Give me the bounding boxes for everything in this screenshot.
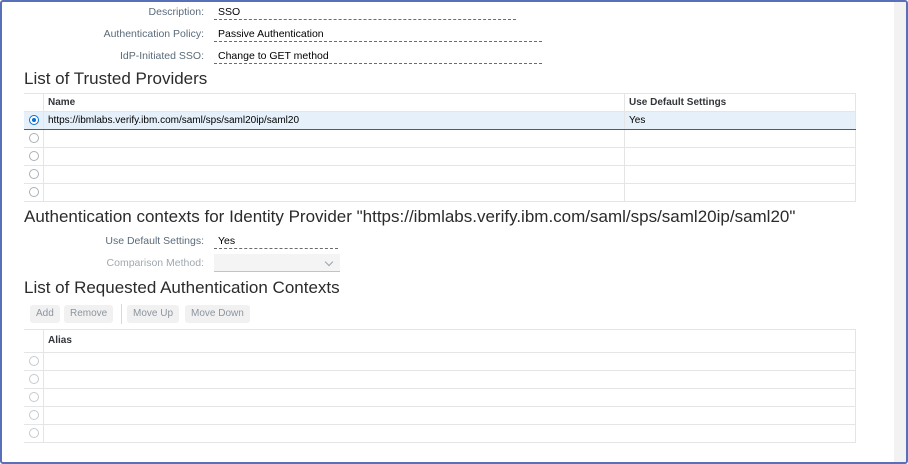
description-label: Description: <box>148 6 204 18</box>
add-button[interactable]: Add <box>30 305 60 323</box>
radio-icon[interactable] <box>29 374 39 384</box>
radio-icon[interactable] <box>29 187 39 197</box>
idp-sso-row: IdP-Initiated SSO: <box>2 48 204 66</box>
requested-contexts-table: Alias <box>24 329 856 443</box>
auth-policy-label: Authentication Policy: <box>103 28 204 40</box>
idp-sso-value: Change to GET method <box>214 48 542 64</box>
auth-contexts-title: Authentication contexts for Identity Pro… <box>24 207 796 226</box>
selection-header <box>24 94 44 111</box>
table-row[interactable] <box>24 166 856 184</box>
table-row[interactable] <box>24 371 856 389</box>
trusted-providers-table: Name Use Default Settings https://ibmlab… <box>24 93 856 202</box>
use-default-cell <box>625 148 856 165</box>
table-row[interactable] <box>24 389 856 407</box>
row-selector[interactable] <box>24 389 44 406</box>
table-row[interactable] <box>24 407 856 425</box>
radio-on-icon[interactable] <box>29 115 39 125</box>
row-selector[interactable] <box>24 371 44 388</box>
move-up-button[interactable]: Move Up <box>127 305 180 323</box>
alias-cell <box>44 389 856 406</box>
use-default-value: Yes <box>214 233 338 249</box>
use-default-column-header[interactable]: Use Default Settings <box>625 94 856 111</box>
table-header: Alias <box>24 330 856 353</box>
provider-name-cell <box>44 148 625 165</box>
row-selector[interactable] <box>24 148 44 165</box>
idp-sso-label: IdP-Initiated SSO: <box>119 50 204 62</box>
move-down-button[interactable]: Move Down <box>185 305 250 323</box>
auth-policy-value: Passive Authentication <box>214 26 542 42</box>
requested-contexts-title: List of Requested Authentication Context… <box>24 278 340 297</box>
table-row[interactable] <box>24 130 856 148</box>
radio-icon[interactable] <box>29 133 39 143</box>
alias-cell <box>44 425 856 442</box>
radio-icon[interactable] <box>29 428 39 438</box>
alias-cell <box>44 371 856 388</box>
table-header: Name Use Default Settings <box>24 94 856 112</box>
provider-name-cell: https://ibmlabs.verify.ibm.com/saml/sps/… <box>44 112 625 129</box>
description-value: SSO <box>214 4 516 20</box>
use-default-cell <box>625 130 856 147</box>
table-row[interactable] <box>24 353 856 371</box>
table-row[interactable] <box>24 148 856 166</box>
row-selector[interactable] <box>24 425 44 442</box>
comparison-method-select[interactable] <box>214 254 340 272</box>
comparison-row: Comparison Method: <box>2 255 204 273</box>
provider-name-cell <box>44 184 625 201</box>
alias-column-header[interactable]: Alias <box>44 330 856 352</box>
row-selector[interactable] <box>24 112 44 129</box>
table-row[interactable] <box>24 184 856 202</box>
row-selector[interactable] <box>24 353 44 370</box>
radio-icon[interactable] <box>29 151 39 161</box>
use-default-cell <box>625 166 856 183</box>
table-row[interactable] <box>24 425 856 443</box>
row-selector[interactable] <box>24 166 44 183</box>
use-default-cell: Yes <box>625 112 856 129</box>
provider-name-cell <box>44 130 625 147</box>
provider-name-cell <box>44 166 625 183</box>
use-default-cell <box>625 184 856 201</box>
comparison-label: Comparison Method: <box>106 257 204 269</box>
radio-icon[interactable] <box>29 410 39 420</box>
description-row: Description: <box>2 4 204 22</box>
alias-cell <box>44 407 856 424</box>
toolbar-separator <box>121 304 122 324</box>
chevron-down-icon[interactable] <box>324 257 334 267</box>
use-default-label: Use Default Settings: <box>105 235 204 247</box>
alias-cell <box>44 353 856 370</box>
radio-icon[interactable] <box>29 392 39 402</box>
row-selector[interactable] <box>24 184 44 201</box>
selection-header <box>24 330 44 352</box>
radio-icon[interactable] <box>29 356 39 366</box>
auth-policy-row: Authentication Policy: <box>2 26 204 44</box>
row-selector[interactable] <box>24 407 44 424</box>
scrollbar-track[interactable] <box>894 2 906 462</box>
radio-icon[interactable] <box>29 169 39 179</box>
trusted-providers-title: List of Trusted Providers <box>24 69 208 88</box>
row-selector[interactable] <box>24 130 44 147</box>
table-row[interactable]: https://ibmlabs.verify.ibm.com/saml/sps/… <box>24 112 856 130</box>
remove-button[interactable]: Remove <box>64 305 114 323</box>
window-frame: Description: SSO Authentication Policy: … <box>0 0 908 464</box>
name-column-header[interactable]: Name <box>44 94 625 111</box>
use-default-row: Use Default Settings: <box>2 233 204 251</box>
